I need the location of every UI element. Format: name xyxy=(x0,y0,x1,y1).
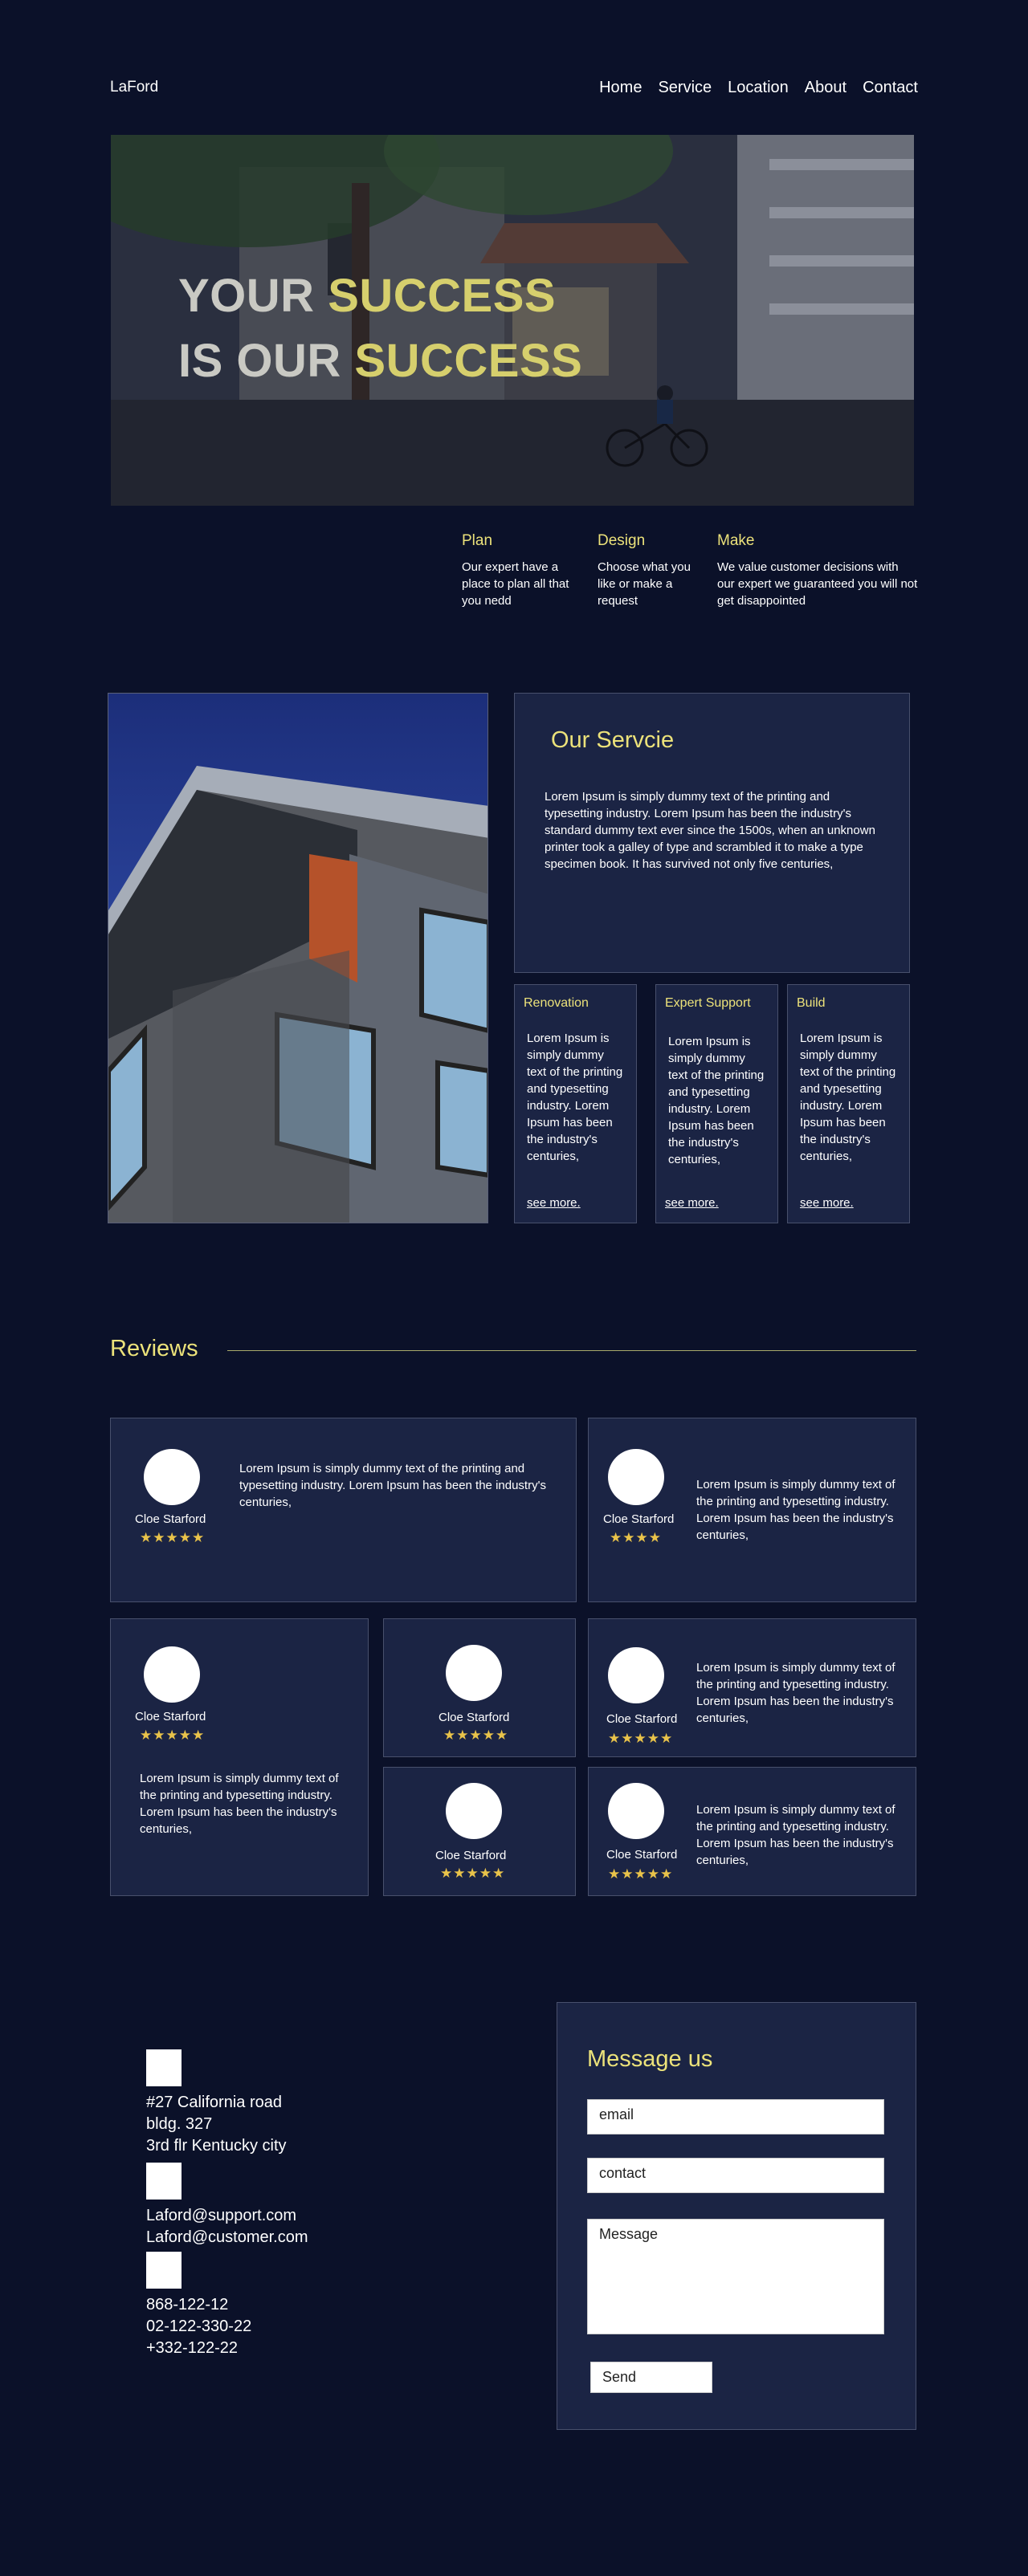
address-line: #27 California road xyxy=(146,2094,282,2111)
reviewer-name: Cloe Starford xyxy=(135,1512,206,1526)
feature-plan: Plan Our expert have a place to plan all… xyxy=(462,532,582,609)
nav-home[interactable]: Home xyxy=(599,79,642,97)
rating-stars: ★★★★★ xyxy=(443,1728,509,1743)
avatar xyxy=(608,1647,664,1703)
see-more-link[interactable]: see more. xyxy=(527,1196,581,1210)
card-text: Lorem Ipsum is simply dummy text of the … xyxy=(527,1032,623,1163)
service-card-build: Build Lorem Ipsum is simply dummy text o… xyxy=(787,984,910,1223)
hero-title: YOUR SUCCESS IS OUR SUCCESS xyxy=(178,270,583,387)
review-text: Lorem Ipsum is simply dummy text of the … xyxy=(696,1803,895,1867)
rating-stars: ★★★★★ xyxy=(440,1866,506,1881)
feature-text: We value customer decisions with our exp… xyxy=(717,560,918,608)
reviews-title: Reviews xyxy=(110,1336,198,1361)
reviewer-name: Cloe Starford xyxy=(435,1849,507,1862)
reviews-divider xyxy=(227,1350,916,1351)
hero-banner: YOUR SUCCESS IS OUR SUCCESS xyxy=(111,135,914,506)
review-card: Cloe Starford ★★★★★ Lorem Ipsum is simpl… xyxy=(110,1418,577,1602)
card-title: Expert Support xyxy=(665,996,751,1010)
phone-number[interactable]: 02-122-330-22 xyxy=(146,2316,251,2338)
feature-text: Our expert have a place to plan all that… xyxy=(462,560,569,608)
email-address[interactable]: Laford@customer.com xyxy=(146,2227,308,2248)
main-nav: Home Service Location About Contact xyxy=(599,79,918,97)
review-card: Cloe Starford ★★★★★ Lorem Ipsum is simpl… xyxy=(588,1618,916,1757)
service-text: Lorem Ipsum is simply dummy text of the … xyxy=(545,790,875,871)
card-title: Build xyxy=(797,996,826,1010)
message-textarea[interactable]: Message xyxy=(587,2219,884,2334)
review-card: Cloe Starford ★★★★★ Lorem Ipsum is simpl… xyxy=(588,1767,916,1896)
avatar xyxy=(608,1783,664,1839)
nav-service[interactable]: Service xyxy=(658,79,712,97)
review-text: Lorem Ipsum is simply dummy text of the … xyxy=(696,1478,895,1542)
review-card: Cloe Starford ★★★★★ Lorem Ipsum is simpl… xyxy=(110,1618,369,1896)
nav-about[interactable]: About xyxy=(805,79,846,97)
building-photo xyxy=(108,693,488,1223)
reviewer-name: Cloe Starford xyxy=(135,1710,206,1723)
card-text: Lorem Ipsum is simply dummy text of the … xyxy=(800,1032,896,1163)
send-button[interactable]: Send xyxy=(590,2362,712,2393)
feature-design: Design Choose what you like or make a re… xyxy=(598,532,702,609)
email-block: Laford@support.com Laford@customer.com xyxy=(146,2205,308,2248)
service-title: Our Servcie xyxy=(551,727,675,753)
avatar xyxy=(608,1449,664,1505)
message-form: Message us email contact Message Send xyxy=(557,2002,916,2430)
message-title: Message us xyxy=(587,2046,713,2072)
avatar xyxy=(144,1449,200,1505)
rating-stars: ★★★★★ xyxy=(608,1731,674,1746)
see-more-link[interactable]: see more. xyxy=(800,1196,854,1210)
nav-contact[interactable]: Contact xyxy=(863,79,918,97)
feature-title: Design xyxy=(598,532,646,549)
review-text: Lorem Ipsum is simply dummy text of the … xyxy=(696,1661,895,1725)
service-panel: Our Servcie Lorem Ipsum is simply dummy … xyxy=(514,693,910,973)
contact-field[interactable]: contact xyxy=(587,2158,884,2193)
email-field[interactable]: email xyxy=(587,2099,884,2134)
location-icon xyxy=(146,2049,182,2086)
phone-number[interactable]: 868-122-12 xyxy=(146,2294,251,2316)
reviewer-name: Cloe Starford xyxy=(439,1711,510,1724)
review-card: Cloe Starford ★★★★ Lorem Ipsum is simply… xyxy=(588,1418,916,1602)
avatar xyxy=(144,1646,200,1703)
rating-stars: ★★★★★ xyxy=(608,1866,674,1882)
reviewer-name: Cloe Starford xyxy=(603,1512,675,1526)
address-line: bldg. 327 xyxy=(146,2115,213,2133)
feature-title: Make xyxy=(717,532,755,549)
feature-text: Choose what you like or make a request xyxy=(598,560,691,608)
phone-icon xyxy=(146,2252,182,2289)
avatar xyxy=(446,1645,502,1701)
review-text: Lorem Ipsum is simply dummy text of the … xyxy=(239,1462,546,1509)
rating-stars: ★★★★ xyxy=(610,1530,662,1545)
card-title: Renovation xyxy=(524,996,589,1010)
phone-number[interactable]: +332-122-22 xyxy=(146,2338,251,2359)
brand-logo[interactable]: LaFord xyxy=(110,79,158,96)
card-text: Lorem Ipsum is simply dummy text of the … xyxy=(668,1035,765,1166)
address-line: 3rd flr Kentucky city xyxy=(146,2137,287,2155)
feature-make: Make We value customer decisions with ou… xyxy=(717,532,918,609)
phone-block: 868-122-12 02-122-330-22 +332-122-22 xyxy=(146,2294,251,2359)
review-card: Cloe Starford ★★★★★ xyxy=(383,1767,576,1896)
feature-title: Plan xyxy=(462,532,493,549)
review-card: Cloe Starford ★★★★★ xyxy=(383,1618,576,1757)
avatar xyxy=(446,1783,502,1839)
email-address[interactable]: Laford@support.com xyxy=(146,2205,308,2227)
reviewer-name: Cloe Starford xyxy=(606,1712,678,1726)
rating-stars: ★★★★★ xyxy=(140,1530,206,1545)
service-card-expert-support: Expert Support Lorem Ipsum is simply dum… xyxy=(655,984,778,1223)
review-text: Lorem Ipsum is simply dummy text of the … xyxy=(140,1772,339,1836)
see-more-link[interactable]: see more. xyxy=(665,1196,719,1210)
address-block: #27 California road bldg. 327 3rd flr Ke… xyxy=(146,2092,287,2157)
email-icon xyxy=(146,2163,182,2200)
reviewer-name: Cloe Starford xyxy=(606,1848,678,1862)
rating-stars: ★★★★★ xyxy=(140,1728,206,1743)
service-card-renovation: Renovation Lorem Ipsum is simply dummy t… xyxy=(514,984,637,1223)
nav-location[interactable]: Location xyxy=(728,79,789,97)
